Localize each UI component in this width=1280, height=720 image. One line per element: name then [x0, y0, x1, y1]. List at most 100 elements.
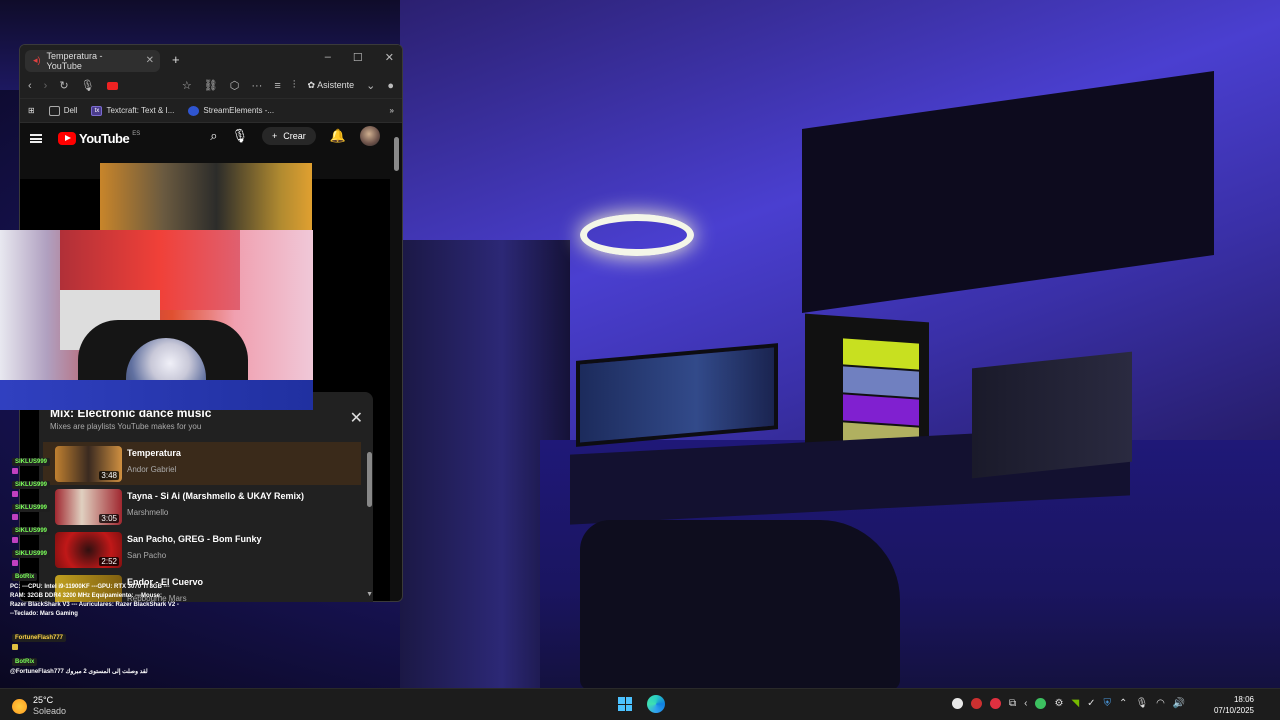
folder-icon: [48, 105, 60, 116]
microphone-icon[interactable]: 🎙: [232, 128, 249, 144]
chat-username: SIKLUS999: [12, 481, 51, 489]
clock[interactable]: 18:06 07/10/2025: [1214, 694, 1254, 716]
title-bar: ◂) Temperatura - YouTube ✕ + – ☐ ✕: [20, 45, 402, 73]
create-button[interactable]: + Crear: [262, 127, 316, 145]
more-icon[interactable]: ···: [251, 80, 262, 92]
chat-username: SIKLUS999: [12, 527, 51, 535]
video-title: San Pacho, GREG - Bom Funky: [127, 534, 262, 544]
left-monitor: [576, 343, 778, 447]
mix-playlist-panel: Mix: Electronic dance music Mixes are pl…: [39, 392, 373, 602]
notifications-bell-icon[interactable]: 🔔: [330, 128, 346, 144]
close-tab-icon[interactable]: ✕: [146, 55, 154, 66]
assistant-button[interactable]: ✿ Asistente: [308, 80, 355, 91]
scrollbar-thumb[interactable]: [394, 137, 399, 171]
chat-emote: [12, 537, 18, 543]
edge-browser-icon[interactable]: [647, 695, 665, 713]
youtube-header: YouTube ES ⌕ 🎙 + Crear 🔔: [20, 123, 402, 153]
avatar[interactable]: [360, 126, 380, 146]
chat-emote: [12, 514, 18, 520]
close-window-button[interactable]: ✕: [385, 51, 394, 64]
check-icon[interactable]: ✓: [1087, 698, 1095, 709]
toolbar: ‹ › ↻ 🎙 ☆ ⛓ ⬡ ··· ≡ ⫶ ✿ Asistente ⌄ ●: [20, 73, 402, 99]
sun-icon: [12, 698, 27, 714]
back-icon[interactable]: ‹: [28, 80, 32, 92]
favorite-label: Textcraft: Text & I...: [106, 106, 175, 115]
tab-youtube[interactable]: ◂) Temperatura - YouTube ✕: [25, 49, 160, 72]
list-item[interactable]: 2:52 San Pacho, GREG - Bom Funky San Pac…: [43, 528, 361, 571]
page-scrollbar[interactable]: [393, 131, 400, 601]
list-item-text: Tayna - Si Ai (Marshmello & UKAY Remix) …: [127, 489, 304, 517]
microphone-icon[interactable]: 🎙: [1135, 698, 1148, 709]
start-button[interactable]: [618, 697, 632, 711]
favorite-star-icon[interactable]: ☆: [182, 79, 192, 92]
hamburger-menu-icon[interactable]: [30, 133, 42, 143]
tray-app-icon[interactable]: [1035, 698, 1047, 709]
list-item[interactable]: 3:05 Tayna - Si Ai (Marshmello & UKAY Re…: [43, 485, 361, 528]
maximize-button[interactable]: ☐: [353, 51, 363, 64]
extensions-icon[interactable]: ⬡: [230, 79, 240, 92]
youtube-wordmark: YouTube: [79, 130, 130, 146]
search-icon[interactable]: ⌕: [210, 128, 217, 144]
tray-app-icon[interactable]: [971, 698, 982, 709]
video-player-frame[interactable]: [100, 163, 312, 230]
favorite-dell[interactable]: Dell: [48, 105, 77, 116]
voice-wave-icon[interactable]: ⫶: [293, 79, 296, 92]
steam-icon[interactable]: ⚙: [1054, 698, 1063, 709]
date: 07/10/2025: [1213, 706, 1254, 715]
video-thumbnail: 3:05: [55, 489, 122, 525]
system-tray: ⧉ ‹ ⚙ ◥ ✓ ⛨ ⌃ 🎙 ◠ 🔊: [952, 698, 1185, 709]
tray-app-icon[interactable]: ‹: [1024, 698, 1027, 709]
windows-logo-tile: [625, 697, 632, 704]
tray-app-icon[interactable]: [990, 698, 1001, 709]
new-tab-button[interactable]: +: [172, 52, 180, 67]
create-label: Crear: [283, 131, 306, 141]
favorite-label: StreamElements -...: [203, 106, 275, 115]
weather-text: 25°C Soleado: [33, 695, 66, 717]
microphone-icon[interactable]: 🎙: [81, 79, 95, 92]
apps-grid-icon[interactable]: ⊞: [28, 106, 35, 115]
volume-icon[interactable]: 🔊: [1173, 698, 1185, 709]
forward-icon[interactable]: ›: [44, 80, 48, 92]
favorite-streamelements[interactable]: StreamElements -...: [188, 105, 275, 116]
scroll-down-icon[interactable]: ▼: [366, 591, 373, 598]
time: 18:06: [1233, 695, 1254, 704]
video-channel: Marshmello: [127, 508, 169, 517]
wifi-icon[interactable]: ◠: [1156, 698, 1165, 709]
audio-playing-icon[interactable]: ◂): [33, 55, 41, 66]
favorites-overflow-button[interactable]: »: [390, 106, 394, 115]
chat-username-bot: BotRix: [12, 573, 38, 581]
chevron-down-icon[interactable]: ⌄: [366, 79, 375, 92]
tray-app-icon[interactable]: [952, 698, 963, 709]
list-item-text: San Pacho, GREG - Bom Funky San Pacho: [127, 532, 262, 560]
list-item[interactable]: 3:48 Temperatura Andor Gabriel: [43, 442, 361, 485]
chat-message: @FortuneFlash777 لقد وصلت إلى المستوى 2 …: [10, 669, 148, 675]
favorite-textcraft[interactable]: tx Textcraft: Text & I...: [91, 105, 175, 116]
youtube-site-icon[interactable]: [106, 81, 118, 90]
weather-widget[interactable]: 25°C Soleado: [12, 695, 66, 717]
youtube-header-actions: ⌕ 🎙 + Crear 🔔: [210, 126, 380, 146]
webcam-floor: [0, 380, 313, 410]
weather-condition: Soleado: [33, 706, 67, 716]
nvidia-icon[interactable]: ◥: [1071, 698, 1079, 709]
youtube-logo[interactable]: YouTube ES: [58, 131, 140, 146]
video-channel: San Pacho: [127, 551, 167, 560]
link-icon[interactable]: ⛓: [204, 79, 218, 92]
mix-scrollbar[interactable]: [367, 452, 372, 507]
tray-chevron-icon[interactable]: ⌃: [1119, 698, 1127, 709]
security-icon[interactable]: ⛨: [1104, 698, 1112, 709]
chat-username-bot: BotRix: [12, 658, 38, 666]
video-channel: Andor Gabriel: [127, 465, 177, 474]
reading-list-icon[interactable]: ≡: [274, 80, 280, 92]
chat-message: PC: ---CPU: Intel i9-11900KF ---GPU: RTX…: [10, 584, 179, 617]
pc-tower: [972, 351, 1132, 479]
reload-icon[interactable]: ↻: [59, 79, 68, 92]
minimize-button[interactable]: –: [325, 51, 331, 64]
chat-emote: [12, 468, 18, 474]
profile-icon[interactable]: ●: [387, 80, 394, 92]
ring-light: [580, 214, 694, 256]
tray-app-icon[interactable]: ⧉: [1009, 698, 1016, 709]
webcam-overlay: [0, 230, 313, 410]
close-icon[interactable]: ✕: [350, 408, 363, 428]
video-title: Temperatura: [127, 448, 181, 458]
region-code: ES: [132, 131, 141, 137]
